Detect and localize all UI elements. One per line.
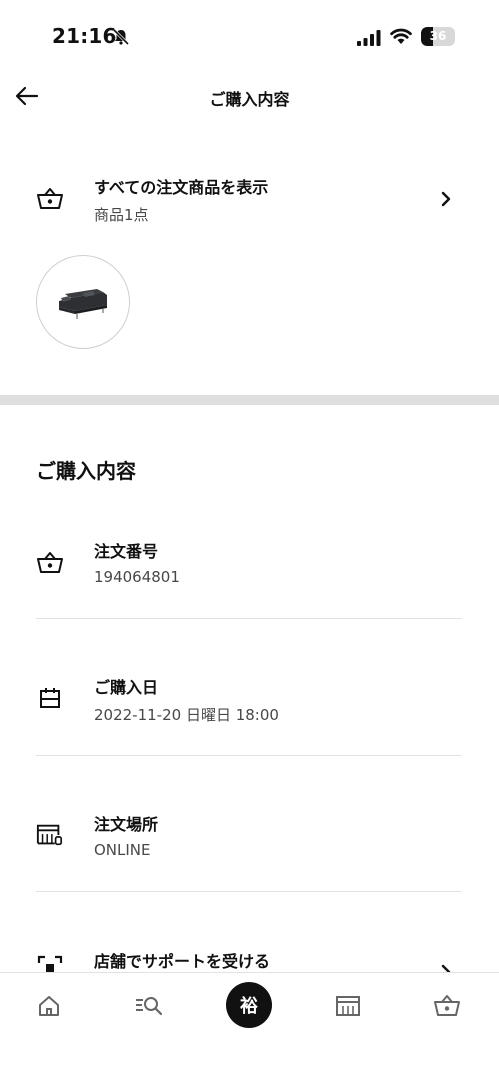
store-support-row[interactable]: 店舗でサポートを受ける (0, 930, 499, 972)
order-location-value: ONLINE (94, 841, 151, 859)
nav-home[interactable] (24, 987, 74, 1025)
order-number-value: 194064801 (94, 568, 180, 586)
basket-icon (434, 995, 460, 1016)
order-location-label: 注文場所 (94, 815, 159, 834)
nav-store[interactable] (323, 987, 373, 1025)
order-number-row: 注文番号 194064801 (0, 520, 499, 657)
store-support-label: 店舗でサポートを受ける (94, 952, 271, 971)
row-divider (36, 891, 462, 892)
sofa-image (59, 289, 107, 319)
battery-text: 36 (429, 29, 447, 43)
view-all-items-row[interactable]: すべての注文商品を表示 商品1点 (0, 160, 499, 238)
chevron-right-icon (441, 191, 451, 207)
section-divider (0, 395, 499, 405)
qr-scan-icon-wrap (36, 954, 64, 972)
wifi-icon (390, 28, 412, 44)
status-time: 21:16 (52, 24, 117, 48)
profile-avatar[interactable]: 裕 (226, 982, 272, 1028)
store-icon (336, 996, 360, 1016)
basket-icon (37, 552, 63, 573)
chevron-right-icon (441, 964, 451, 972)
basket-icon-wrap (36, 185, 64, 213)
purchase-date-label: ご購入日 (94, 678, 159, 697)
page-title: ご購入内容 (209, 90, 290, 109)
home-icon (39, 996, 59, 1016)
view-all-items-title: すべての注文商品を表示 (94, 178, 269, 197)
status-bar: 21:16 36 (0, 0, 499, 72)
item-count: 商品1点 (94, 206, 149, 224)
section-heading: ご購入内容 (36, 459, 136, 483)
search-icon (136, 997, 163, 1016)
order-location-row: 注文場所 ONLINE (0, 795, 499, 932)
nav-basket[interactable] (422, 987, 472, 1025)
qr-scan-icon (37, 955, 63, 972)
calendar-icon (40, 688, 60, 708)
nav-search[interactable] (124, 987, 174, 1025)
store-icon-wrap (36, 821, 64, 849)
store-icon (36, 824, 63, 846)
purchase-date-row: ご購入日 2022-11-20 日曜日 18:00 (0, 658, 499, 795)
basket-icon (37, 188, 63, 209)
product-thumbnail[interactable] (36, 255, 130, 349)
purchase-date-value: 2022-11-20 日曜日 18:00 (94, 706, 279, 724)
bottom-nav: 裕 (0, 972, 499, 1080)
bell-muted-icon (112, 28, 130, 46)
basket-icon-wrap (36, 549, 64, 577)
signal-icon (357, 30, 381, 46)
battery-indicator: 36 (421, 27, 455, 46)
order-number-label: 注文番号 (94, 542, 159, 561)
row-divider (36, 618, 462, 619)
row-divider (36, 755, 462, 756)
calendar-icon-wrap (36, 684, 64, 712)
